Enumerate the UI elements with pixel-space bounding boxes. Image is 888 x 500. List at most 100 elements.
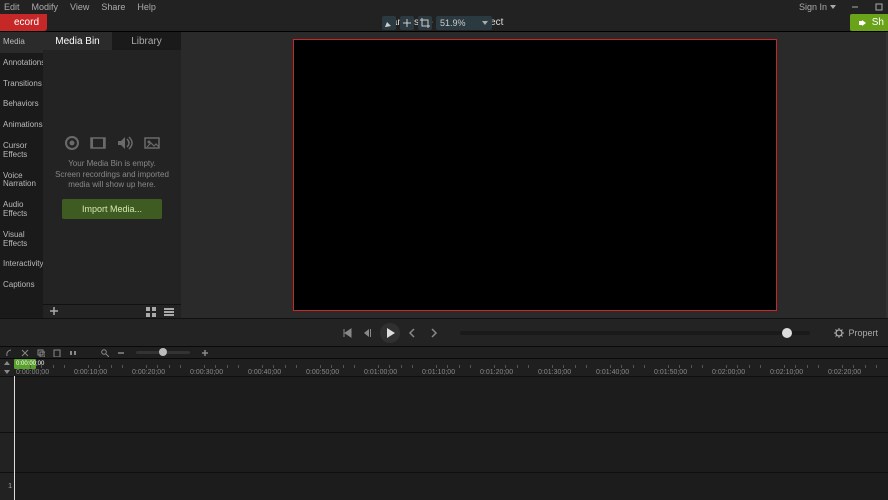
grid-view-button[interactable] xyxy=(145,306,157,318)
panel-tabs: Media Bin Library xyxy=(43,32,181,50)
title-bar: ecord Camtasia - Untitled Project 51.9% … xyxy=(0,14,888,31)
cut-button[interactable] xyxy=(20,348,30,358)
play-button[interactable] xyxy=(380,323,400,343)
track-head[interactable] xyxy=(0,433,14,472)
ruler-marks[interactable]: 0:00:00;00 0:00:00;000:00:10;000:00:20;0… xyxy=(14,359,888,376)
sidebar-item-interactivity[interactable]: Interactivity xyxy=(0,254,43,275)
tab-library[interactable]: Library xyxy=(112,32,181,50)
menu-help[interactable]: Help xyxy=(137,2,156,12)
ruler-tick: 0:00:00;00 xyxy=(16,369,49,376)
sign-in-label: Sign In xyxy=(799,2,827,12)
track-head[interactable]: 1 xyxy=(0,473,14,500)
sidebar-item-animations[interactable]: Animations xyxy=(0,115,43,136)
timeline-ruler[interactable]: 0:00:00;00 0:00:00;000:00:10;000:00:20;0… xyxy=(0,358,888,376)
zoom-out-button[interactable] xyxy=(116,348,126,358)
media-panel: Media Bin Library Your Media Bin is empt… xyxy=(43,32,181,318)
timeline-search-button[interactable] xyxy=(100,348,110,358)
crop-tool-button[interactable] xyxy=(418,16,432,30)
tracks-scroll-down[interactable] xyxy=(4,370,10,374)
ruler-tick: 0:00:40;00 xyxy=(248,369,281,376)
media-bin-body: Your Media Bin is empty. Screen recordin… xyxy=(43,50,181,304)
tracks-scroll-up[interactable] xyxy=(4,361,10,365)
menu-bar: Edit Modify View Share Help Sign In xyxy=(0,0,888,14)
undo-button[interactable] xyxy=(4,348,14,358)
menu-share[interactable]: Share xyxy=(101,2,125,12)
canvas-frame[interactable] xyxy=(293,39,777,311)
sidebar-item-visual-effects[interactable]: Visual Effects xyxy=(0,225,43,255)
track-body[interactable] xyxy=(14,433,888,472)
timeline-tracks: 1 xyxy=(0,376,888,500)
menu-modify[interactable]: Modify xyxy=(32,2,59,12)
track-body[interactable] xyxy=(14,377,888,432)
import-media-button[interactable]: Import Media... xyxy=(62,199,162,219)
track-row: 1 xyxy=(0,472,888,500)
canvas-zoom-select[interactable]: 51.9% xyxy=(436,16,492,30)
sidebar-item-transitions[interactable]: Transitions xyxy=(0,74,43,95)
share-icon xyxy=(858,18,868,28)
ruler-tick: 0:02:20;00 xyxy=(828,369,861,376)
record-label: ecord xyxy=(14,17,39,28)
record-button[interactable]: ecord xyxy=(0,14,47,31)
ruler-tick: 0:01:00;00 xyxy=(364,369,397,376)
ruler-tick: 0:00:30;00 xyxy=(190,369,223,376)
ruler-tick: 0:00:20;00 xyxy=(132,369,165,376)
split-button[interactable] xyxy=(68,348,78,358)
track-row xyxy=(0,376,888,432)
empty-bin-text: Your Media Bin is empty. Screen recordin… xyxy=(55,159,169,190)
window-maximize-button[interactable] xyxy=(874,2,884,12)
track-body[interactable] xyxy=(14,473,888,500)
ruler-tick: 0:02:00;00 xyxy=(712,369,745,376)
audio-icon xyxy=(116,135,134,151)
copy-button[interactable] xyxy=(36,348,46,358)
tab-media-bin[interactable]: Media Bin xyxy=(43,32,112,50)
empty-line-1: Your Media Bin is empty. xyxy=(55,159,169,169)
window-minimize-button[interactable] xyxy=(850,2,860,12)
ruler-tick: 0:01:40;00 xyxy=(596,369,629,376)
prev-clip-button[interactable] xyxy=(340,326,354,340)
playback-bar: Propert xyxy=(0,318,888,346)
main-area: Media Annotations Transitions Behaviors … xyxy=(0,31,888,318)
ruler-tick: 0:01:20;00 xyxy=(480,369,513,376)
sidebar-item-media[interactable]: Media xyxy=(0,32,43,53)
track-scroll-buttons xyxy=(0,359,14,376)
canvas-zoom-value: 51.9% xyxy=(440,18,466,28)
sidebar-item-annotations[interactable]: Annotations xyxy=(0,53,43,74)
playhead-time[interactable]: 0:00:00;00 xyxy=(14,359,36,369)
list-view-button[interactable] xyxy=(163,306,175,318)
next-clip-button[interactable] xyxy=(426,326,440,340)
sign-in-button[interactable]: Sign In xyxy=(799,2,836,12)
zoom-in-button[interactable] xyxy=(200,348,210,358)
properties-button[interactable]: Propert xyxy=(826,325,878,341)
sidebar-item-voice-narration[interactable]: Voice Narration xyxy=(0,166,43,196)
track-head[interactable] xyxy=(0,377,14,432)
preview-scrubber[interactable] xyxy=(460,331,810,335)
panel-footer xyxy=(43,304,181,318)
playhead-line[interactable] xyxy=(14,376,15,500)
ruler-tick: 0:01:50;00 xyxy=(654,369,687,376)
step-forward-button[interactable] xyxy=(406,326,420,340)
paste-button[interactable] xyxy=(52,348,62,358)
ruler-tick: 0:00:50;00 xyxy=(306,369,339,376)
timeline-zoom-slider[interactable] xyxy=(136,351,190,354)
empty-line-2: Screen recordings and imported xyxy=(55,170,169,180)
gear-icon xyxy=(834,328,844,338)
playback-controls xyxy=(340,323,440,343)
menu-view[interactable]: View xyxy=(70,2,89,12)
track-row xyxy=(0,432,888,472)
pan-tool-button[interactable] xyxy=(400,16,414,30)
sidebar-item-behaviors[interactable]: Behaviors xyxy=(0,94,43,115)
sidebar-item-audio-effects[interactable]: Audio Effects xyxy=(0,195,43,225)
zoom-slider-thumb[interactable] xyxy=(159,348,167,356)
record-icon xyxy=(64,135,80,151)
share-button[interactable]: Sh xyxy=(850,14,888,31)
sidebar-item-captions[interactable]: Captions xyxy=(0,275,43,296)
step-back-button[interactable] xyxy=(360,326,374,340)
scrubber-thumb[interactable] xyxy=(782,328,792,338)
canvas-tool-cluster: 51.9% xyxy=(382,16,492,30)
menu-edit[interactable]: Edit xyxy=(4,2,20,12)
share-label: Sh xyxy=(872,17,884,28)
sidebar-item-cursor-effects[interactable]: Cursor Effects xyxy=(0,136,43,166)
edit-tool-button[interactable] xyxy=(382,16,396,30)
timeline-toolbar xyxy=(0,346,888,358)
add-button[interactable] xyxy=(49,306,59,316)
